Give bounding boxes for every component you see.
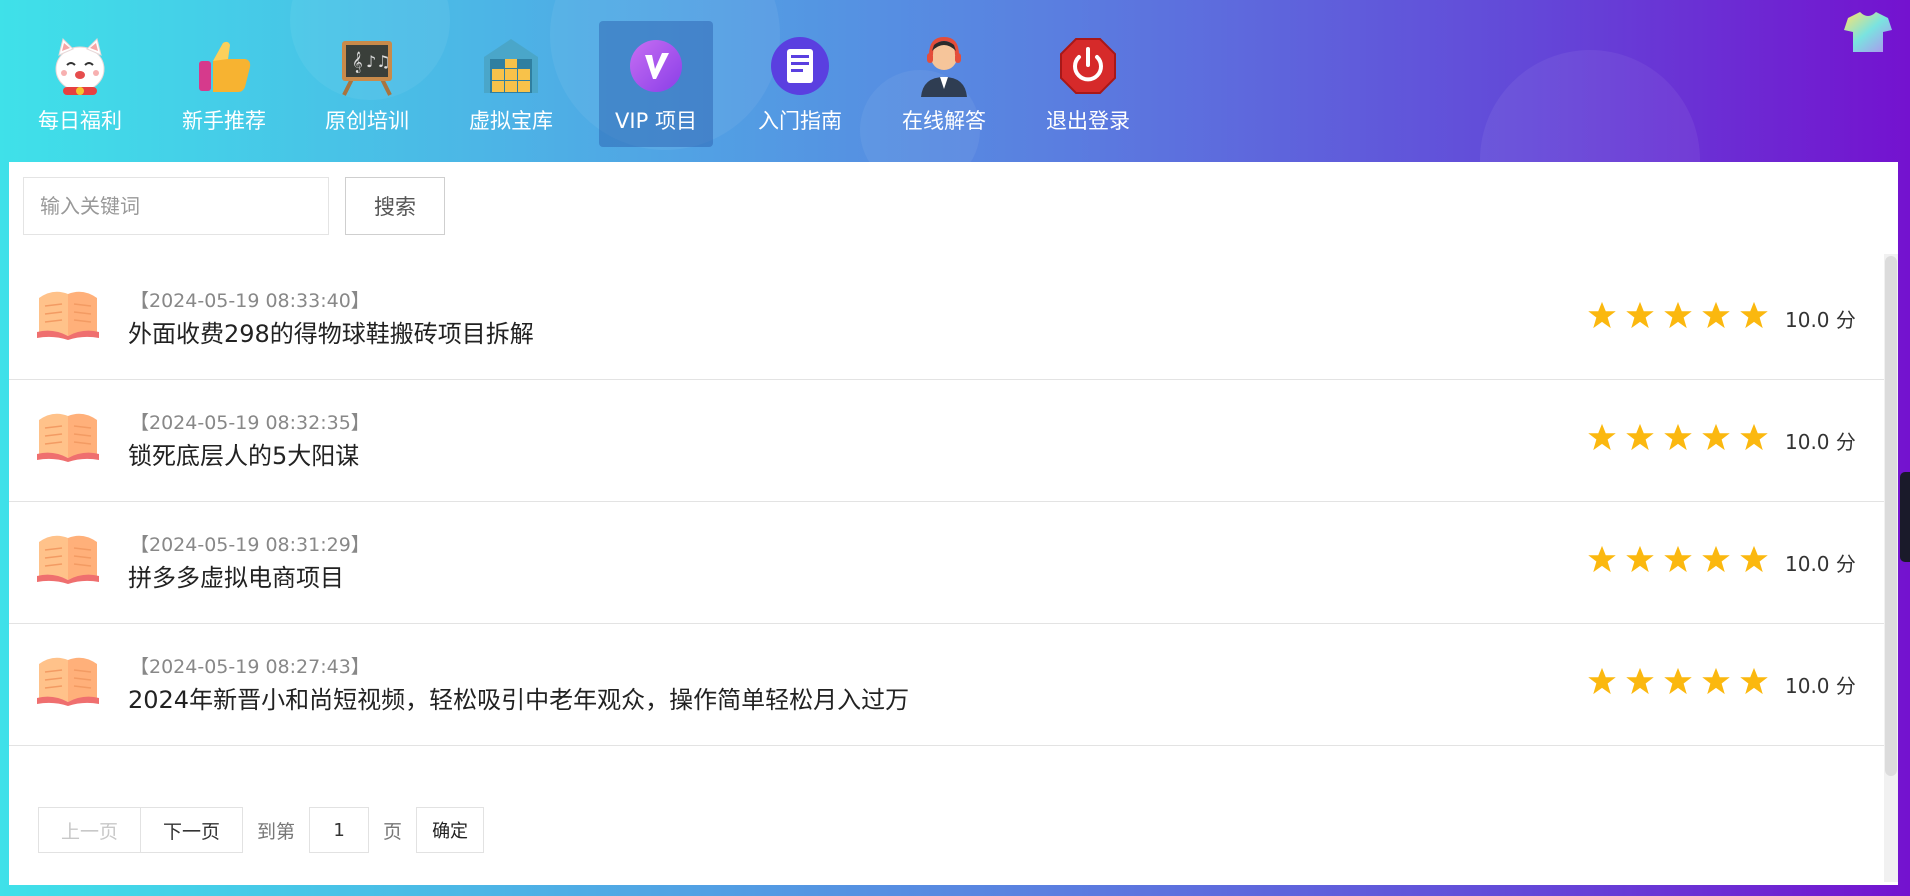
star-icon bbox=[1626, 301, 1654, 329]
nav-item-virtual-vault[interactable]: 虚拟宝库 bbox=[454, 21, 568, 147]
item-title[interactable]: 2024年新晋小和尚短视频，轻松吸引中老年观众，操作简单轻松月入过万 bbox=[128, 680, 909, 715]
nav-item-daily-welfare[interactable]: 每日福利 bbox=[23, 21, 137, 147]
nav-item-logout[interactable]: 退出登录 bbox=[1031, 21, 1145, 147]
star-icon bbox=[1740, 545, 1768, 573]
top-navigation: 每日福利 新手推荐 𝄞 ♪♫ 原创培训 虚拟宝库 VIP 项目 入门指南 在线解… bbox=[0, 0, 1910, 162]
prev-page-button[interactable]: 上一页 bbox=[38, 807, 142, 853]
goto-confirm-button[interactable]: 确定 bbox=[416, 807, 485, 853]
search-bar: 搜索 bbox=[23, 177, 445, 235]
blackboard-icon: 𝄞 ♪♫ bbox=[336, 35, 398, 97]
power-icon bbox=[1057, 35, 1119, 97]
item-title[interactable]: 拼多多虚拟电商项目 bbox=[128, 558, 344, 593]
search-input[interactable] bbox=[23, 177, 329, 235]
star-icon bbox=[1664, 423, 1692, 451]
star-icon bbox=[1588, 423, 1616, 451]
nav-label: 原创培训 bbox=[325, 109, 409, 133]
star-icon bbox=[1664, 545, 1692, 573]
pagination: 上一页 下一页 到第 页 确定 bbox=[38, 807, 485, 853]
star-icon bbox=[1702, 423, 1730, 451]
item-score: 10.0 分 bbox=[1785, 430, 1856, 454]
content-panel: 搜索 【2024-05-19 08:33:40】 外面收费298的得物球鞋搬砖项… bbox=[9, 162, 1898, 885]
star-icon bbox=[1740, 423, 1768, 451]
item-score: 10.0 分 bbox=[1785, 674, 1856, 698]
star-icon bbox=[1588, 301, 1616, 329]
vip-badge-icon bbox=[625, 35, 687, 97]
side-float-tab[interactable] bbox=[1900, 472, 1910, 562]
rating-stars bbox=[1587, 666, 1769, 696]
star-icon bbox=[1664, 667, 1692, 695]
lucky-cat-icon bbox=[49, 35, 111, 97]
book-icon bbox=[37, 657, 99, 706]
scrollbar-thumb[interactable] bbox=[1885, 256, 1897, 776]
star-icon bbox=[1702, 545, 1730, 573]
item-score: 10.0 分 bbox=[1785, 552, 1856, 576]
item-date: 【2024-05-19 08:33:40】 bbox=[130, 290, 370, 312]
goto-prefix: 到第 bbox=[257, 820, 296, 843]
star-icon bbox=[1626, 667, 1654, 695]
list-item[interactable]: 【2024-05-19 08:27:43】 2024年新晋小和尚短视频，轻松吸引… bbox=[9, 624, 1884, 746]
svg-text:𝄞: 𝄞 bbox=[352, 52, 363, 73]
nav-label: VIP 项目 bbox=[615, 109, 697, 133]
warehouse-icon bbox=[480, 35, 542, 97]
list-item[interactable]: 【2024-05-19 08:31:29】 拼多多虚拟电商项目 10.0 分 bbox=[9, 502, 1884, 624]
goto-suffix: 页 bbox=[383, 820, 403, 843]
rating-stars bbox=[1587, 422, 1769, 452]
star-icon bbox=[1626, 545, 1654, 573]
nav-item-online-answer[interactable]: 在线解答 bbox=[887, 21, 1001, 147]
document-icon bbox=[769, 35, 831, 97]
svg-text:♪♫: ♪♫ bbox=[366, 52, 391, 71]
nav-label: 每日福利 bbox=[38, 109, 122, 133]
nav-item-vip-project[interactable]: VIP 项目 bbox=[599, 21, 713, 147]
nav-label: 新手推荐 bbox=[182, 109, 266, 133]
book-icon bbox=[37, 535, 99, 584]
star-icon bbox=[1702, 667, 1730, 695]
item-title[interactable]: 外面收费298的得物球鞋搬砖项目拆解 bbox=[128, 314, 534, 349]
article-list: 【2024-05-19 08:33:40】 外面收费298的得物球鞋搬砖项目拆解… bbox=[9, 258, 1884, 782]
rating-stars bbox=[1587, 300, 1769, 330]
book-icon bbox=[37, 291, 99, 340]
item-title[interactable]: 锁死底层人的5大阳谋 bbox=[128, 436, 359, 471]
thumbs-up-icon bbox=[193, 35, 255, 97]
item-date: 【2024-05-19 08:31:29】 bbox=[130, 534, 370, 556]
list-item[interactable]: 【2024-05-19 08:33:40】 外面收费298的得物球鞋搬砖项目拆解… bbox=[9, 258, 1884, 380]
star-icon bbox=[1588, 545, 1616, 573]
star-icon bbox=[1740, 301, 1768, 329]
book-icon bbox=[37, 413, 99, 462]
star-icon bbox=[1740, 667, 1768, 695]
star-icon bbox=[1626, 423, 1654, 451]
star-icon bbox=[1588, 667, 1616, 695]
nav-item-getting-started[interactable]: 入门指南 bbox=[743, 21, 857, 147]
list-item[interactable]: 【2024-05-19 08:32:35】 锁死底层人的5大阳谋 10.0 分 bbox=[9, 380, 1884, 502]
item-date: 【2024-05-19 08:32:35】 bbox=[130, 412, 370, 434]
nav-item-newbie-recommend[interactable]: 新手推荐 bbox=[167, 21, 281, 147]
rating-stars bbox=[1587, 544, 1769, 574]
nav-label: 入门指南 bbox=[758, 109, 842, 133]
list-scrollbar[interactable] bbox=[1884, 254, 1898, 882]
item-date: 【2024-05-19 08:27:43】 bbox=[130, 656, 370, 678]
item-score: 10.0 分 bbox=[1785, 308, 1856, 332]
nav-item-original-training[interactable]: 𝄞 ♪♫ 原创培训 bbox=[310, 21, 424, 147]
nav-label: 在线解答 bbox=[902, 109, 986, 133]
theme-shirt-icon[interactable] bbox=[1844, 10, 1892, 54]
support-agent-icon bbox=[913, 35, 975, 97]
star-icon bbox=[1664, 301, 1692, 329]
star-icon bbox=[1702, 301, 1730, 329]
nav-label: 退出登录 bbox=[1046, 109, 1130, 133]
next-page-button[interactable]: 下一页 bbox=[141, 807, 244, 853]
search-button[interactable]: 搜索 bbox=[345, 177, 445, 235]
nav-label: 虚拟宝库 bbox=[469, 109, 553, 133]
page-number-input[interactable] bbox=[309, 807, 370, 853]
list-item-partial bbox=[9, 746, 1884, 782]
